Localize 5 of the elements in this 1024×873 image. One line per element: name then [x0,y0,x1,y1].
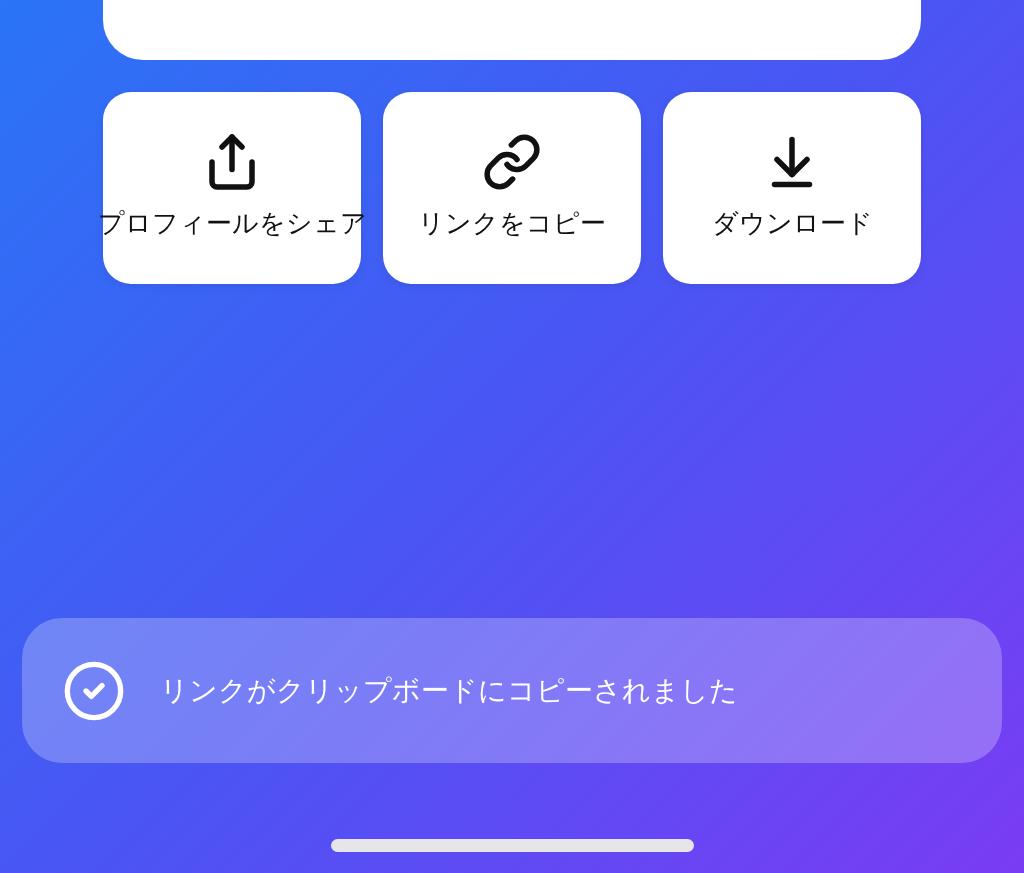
action-button[interactable]: ダウンロード [663,92,921,284]
home-indicator[interactable] [331,839,694,852]
toast-message: リンクがクリップボードにコピーされました [160,672,738,709]
link-icon [482,132,542,192]
action-button[interactable]: リンクをコピー [383,92,641,284]
